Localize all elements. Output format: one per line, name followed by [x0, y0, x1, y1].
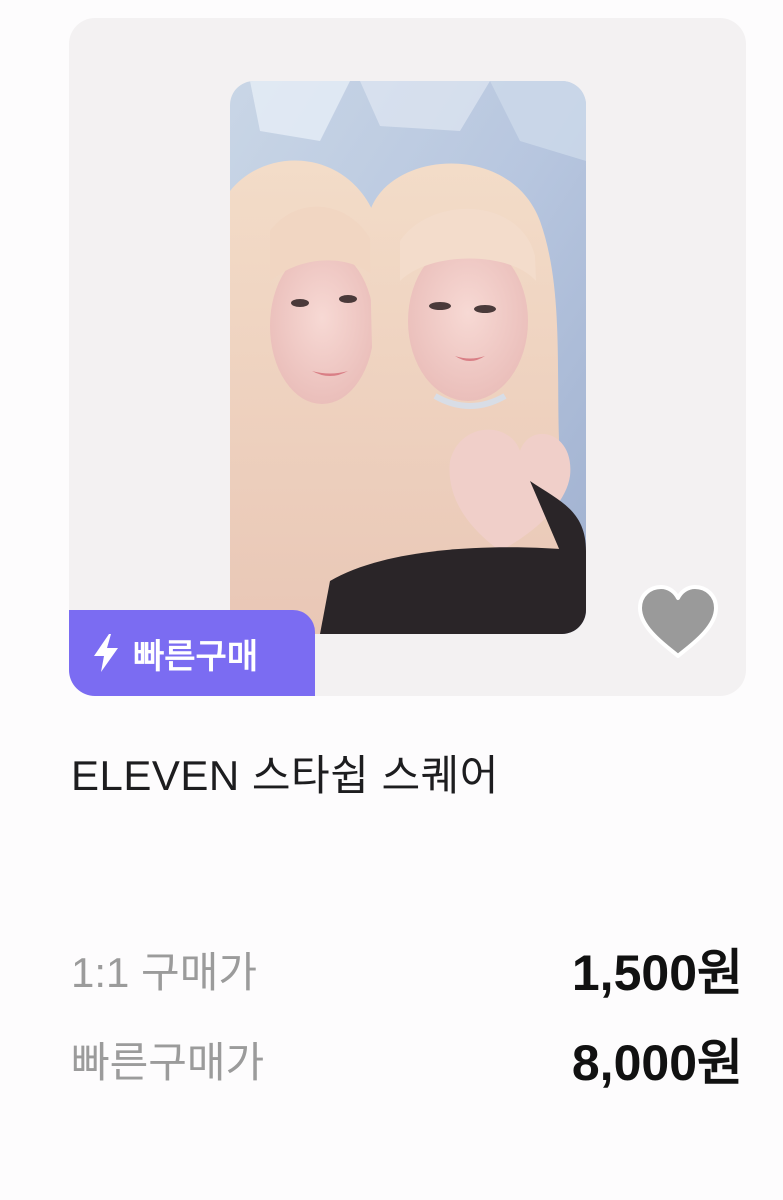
quick-buy-badge: 빠른구매	[69, 610, 315, 696]
heart-icon	[638, 585, 718, 658]
price-row-one-to-one: 1:1 구매가 1,500원	[71, 933, 743, 1005]
price-label: 1:1 구매가	[71, 948, 257, 996]
lightning-bolt-icon	[94, 634, 118, 672]
product-thumbnail-area[interactable]: 빠른구매	[69, 18, 746, 696]
price-label: 빠른구매가	[71, 1038, 265, 1086]
price-value: 8,000원	[571, 1035, 743, 1091]
quick-buy-badge-label: 빠른구매	[133, 636, 259, 677]
favorite-button[interactable]	[636, 584, 720, 660]
price-row-quick-buy: 빠른구매가 8,000원	[71, 1023, 743, 1095]
product-title[interactable]: ELEVEN 스타쉽 스퀘어	[71, 742, 499, 803]
product-card[interactable]: 빠른구매 ELEVEN 스타쉽 스퀘어 1:1 구매가 1,500원 빠른구매가…	[0, 0, 783, 1200]
price-value: 1,500원	[571, 945, 743, 1001]
product-image[interactable]	[230, 81, 586, 634]
photocard-image	[230, 81, 586, 634]
